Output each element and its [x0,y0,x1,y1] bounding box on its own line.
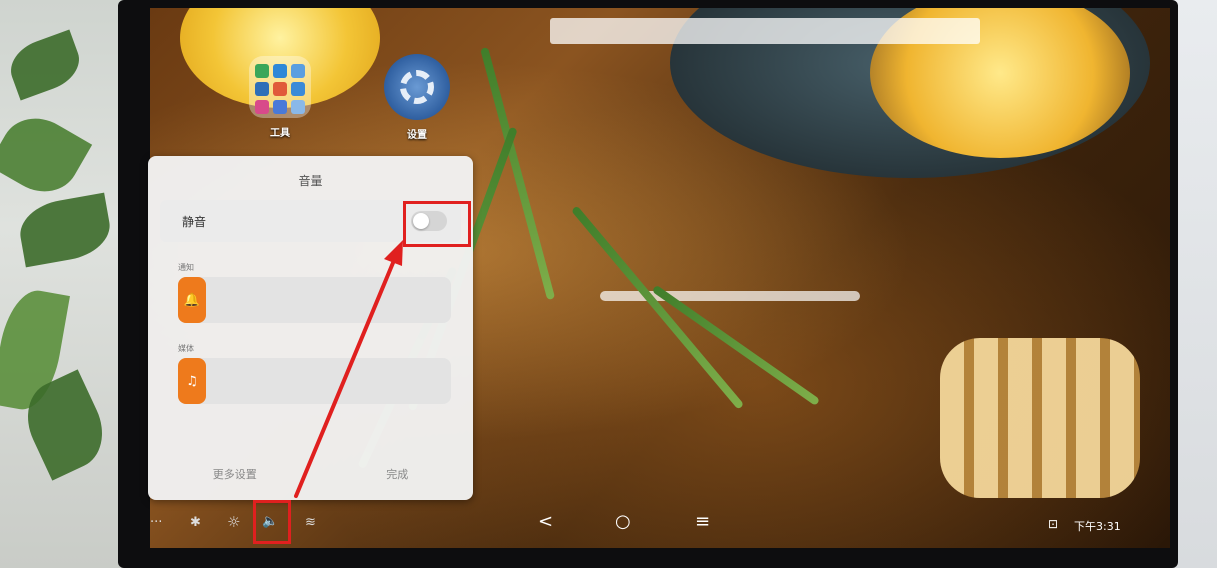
home-icon[interactable]: ○ [615,511,631,532]
folder-icon [249,56,311,118]
brightness-icon[interactable]: ☼ [227,513,240,531]
wallpaper-honey-dipper [940,338,1140,498]
media-slider-caption: 媒体 [178,344,194,353]
leaf-shape [0,104,93,206]
wallpaper-herb [651,284,821,406]
leaf-shape [3,29,87,101]
more-settings-button[interactable]: 更多设置 [213,466,257,482]
app-label: 设置 [407,130,427,141]
desktop-app-settings[interactable]: 设置 [377,54,457,141]
bell-icon: 🔔 [183,292,201,308]
app-label: 工具 [270,128,290,139]
calendar-icon: ⊡ [1048,517,1059,531]
back-icon[interactable]: < [538,511,553,532]
desktop-app-tools[interactable]: 工具 [240,56,320,139]
annotation-box-mute-toggle [403,201,471,247]
taskbar: ··· ✱ ☼ 🔈 ≋ < ○ ≡ ⊡ 下午3:31 [150,505,1170,545]
notification-volume-slider[interactable]: 🔔 [178,277,451,323]
notification-slider-caption: 通知 [178,263,194,272]
clock: 下午3:31 [1074,520,1121,533]
slider-fill: ♫ [178,358,206,404]
wifi-icon[interactable]: ≋ [305,515,316,530]
annotation-box-volume-icon [253,500,291,544]
mute-label: 静音 [182,214,207,229]
settings-gear-icon [384,54,450,120]
slider-fill: 🔔 [178,277,206,323]
leaf-shape [15,192,115,268]
screen-glare [550,18,980,44]
bluetooth-icon[interactable]: ✱ [190,515,201,530]
wallpaper-herb [570,205,745,410]
menu-icon[interactable]: ≡ [695,511,710,532]
more-icon[interactable]: ··· [150,515,162,530]
wallpaper-herb [480,46,556,301]
media-volume-slider[interactable]: ♫ [178,358,451,404]
done-button[interactable]: 完成 [386,466,408,482]
volume-panel-footer: 更多设置 完成 [148,448,473,500]
volume-panel-title: 音量 [298,174,323,188]
music-note-icon: ♫ [186,373,198,389]
